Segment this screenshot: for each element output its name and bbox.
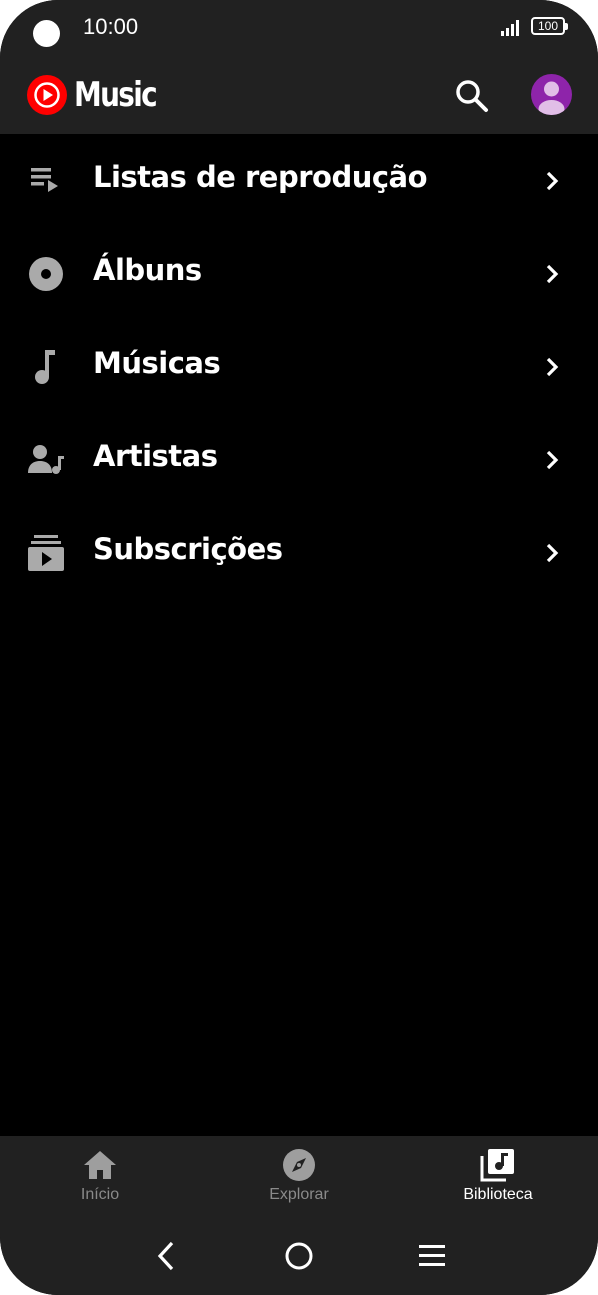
status-time: 10:00: [83, 14, 139, 39]
logo-text: Music: [74, 75, 158, 115]
search-icon[interactable]: [453, 77, 491, 115]
library-item-subscriptions[interactable]: Subscrições: [0, 506, 598, 599]
library-item-label: Subscrições: [93, 532, 283, 566]
chevron-right-icon: [546, 357, 559, 377]
chevron-right-icon: [546, 450, 559, 470]
library-list: Listas de reprodução Álbuns Músicas Arti…: [0, 134, 598, 599]
menu-icon[interactable]: [416, 1242, 448, 1270]
library-item-artists[interactable]: Artistas: [0, 413, 598, 506]
nav-tab-home[interactable]: Início: [20, 1144, 180, 1214]
status-bar: 10:00 100: [0, 0, 598, 56]
nav-tab-explore[interactable]: Explorar: [219, 1144, 379, 1214]
library-icon: [480, 1149, 514, 1182]
camera-cutout: [33, 20, 60, 47]
signal-icon: [501, 20, 519, 36]
home-circle-icon[interactable]: [283, 1240, 315, 1272]
playlist-icon: [31, 168, 58, 192]
nav-label: Início: [80, 1186, 120, 1203]
library-item-albums[interactable]: Álbuns: [0, 227, 598, 320]
home-icon: [84, 1151, 116, 1179]
battery-icon: 100: [531, 17, 568, 35]
library-item-label: Álbuns: [93, 253, 202, 287]
bottom-nav: Início Explorar Biblioteca: [0, 1136, 598, 1295]
avatar[interactable]: [531, 74, 572, 115]
library-item-playlists[interactable]: Listas de reprodução: [0, 134, 598, 227]
library-item-label: Músicas: [93, 346, 221, 380]
artist-icon: [28, 445, 64, 474]
library-item-label: Listas de reprodução: [93, 160, 428, 194]
phone-screen: 10:00 100 Music Listas de reprodução Álb…: [0, 0, 598, 1295]
nav-label: Explorar: [269, 1186, 329, 1203]
app-bar: Music: [0, 56, 598, 134]
library-item-label: Artistas: [93, 439, 218, 473]
youtube-music-play-icon: [27, 75, 67, 115]
compass-icon: [283, 1149, 315, 1181]
library-item-songs[interactable]: Músicas: [0, 320, 598, 413]
chevron-right-icon: [546, 171, 559, 191]
nav-label: Biblioteca: [463, 1186, 533, 1203]
music-note-icon: [35, 350, 55, 384]
chevron-right-icon: [546, 543, 559, 563]
chevron-right-icon: [546, 264, 559, 284]
nav-tab-library[interactable]: Biblioteca: [418, 1144, 578, 1214]
subscriptions-icon: [28, 535, 64, 571]
back-icon[interactable]: [151, 1239, 181, 1273]
youtube-music-logo: Music: [26, 74, 174, 116]
user-icon: [538, 81, 565, 115]
album-icon: [29, 257, 63, 291]
